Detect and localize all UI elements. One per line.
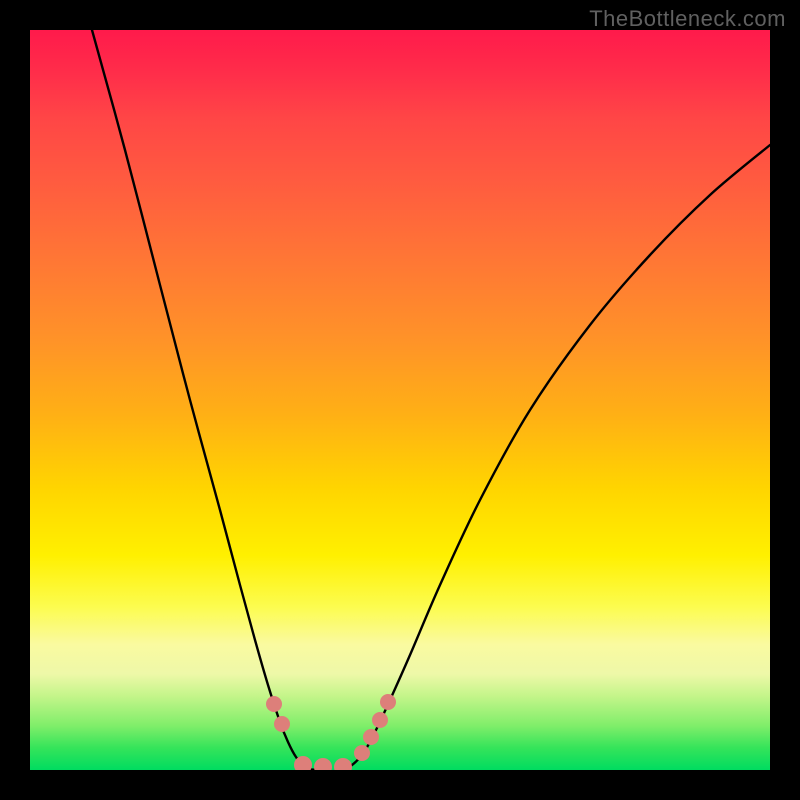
marker-point: [372, 712, 388, 728]
marker-point: [380, 694, 396, 710]
series-group: [92, 30, 770, 770]
plot-area: [30, 30, 770, 770]
marker-point: [363, 729, 379, 745]
curve-layer: [30, 30, 770, 770]
series-left-curve: [92, 30, 320, 770]
marker-point: [334, 758, 352, 770]
marker-group: [266, 694, 396, 770]
marker-point: [274, 716, 290, 732]
marker-point: [266, 696, 282, 712]
marker-point: [354, 745, 370, 761]
chart-frame: TheBottleneck.com: [0, 0, 800, 800]
watermark-text: TheBottleneck.com: [589, 6, 786, 32]
marker-point: [314, 758, 332, 770]
series-right-curve: [340, 145, 770, 770]
